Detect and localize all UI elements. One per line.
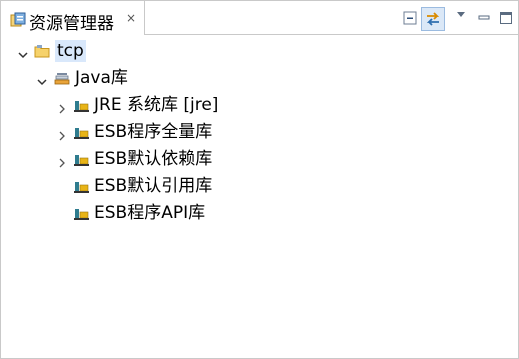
tree-item-library[interactable]: ESB程序全量库 [1,120,518,144]
project-folder-icon [34,43,50,59]
tree-item-library[interactable]: ESB程序API库 [1,201,518,225]
library-container-icon [54,70,70,86]
collapse-all-icon[interactable] [401,9,419,27]
library-icon [73,205,89,221]
chevron-right-icon[interactable] [56,154,68,168]
tree-item-label: Java库 [75,68,128,88]
chevron-down-icon[interactable] [36,73,48,86]
view-tab-bar: 资源管理器 × [1,1,518,35]
library-icon [73,124,89,140]
tree-item-label: tcp [55,40,86,62]
tree-item-tcp[interactable]: tcp [1,39,518,63]
tree-item-label: JRE 系统库 [jre] [94,95,219,115]
tab-package-explorer[interactable]: 资源管理器 × [1,1,145,35]
tree-item-java-library[interactable]: Java库 [1,66,518,90]
tree-item-label: ESB程序API库 [94,203,206,223]
tab-title: 资源管理器 [29,14,114,34]
link-with-editor-icon[interactable] [421,7,445,31]
project-tree: tcp Java库 JRE 系统库 [jre] ESB程序全量库 ESB默认依赖… [1,35,518,358]
close-icon[interactable]: × [125,12,137,24]
library-icon [73,178,89,194]
tree-item-label: ESB默认依赖库 [94,149,213,169]
chevron-right-icon[interactable] [56,100,68,114]
maximize-icon[interactable] [497,9,515,27]
tree-item-library[interactable]: JRE 系统库 [jre] [1,93,518,117]
tree-item-label: ESB程序全量库 [94,122,213,142]
package-explorer-view: 资源管理器 × tcp Java库 JRE 系统库 [jre] ESB程序全量库… [0,0,519,359]
library-icon [73,97,89,113]
chevron-down-icon[interactable] [17,46,29,59]
minimize-icon[interactable] [475,9,493,27]
package-explorer-icon [10,12,26,28]
chevron-right-icon[interactable] [56,127,68,141]
tree-item-label: ESB默认引用库 [94,176,213,196]
tree-item-library[interactable]: ESB默认依赖库 [1,147,518,171]
tree-item-library[interactable]: ESB默认引用库 [1,174,518,198]
library-icon [73,151,89,167]
view-menu-icon[interactable] [453,9,471,27]
